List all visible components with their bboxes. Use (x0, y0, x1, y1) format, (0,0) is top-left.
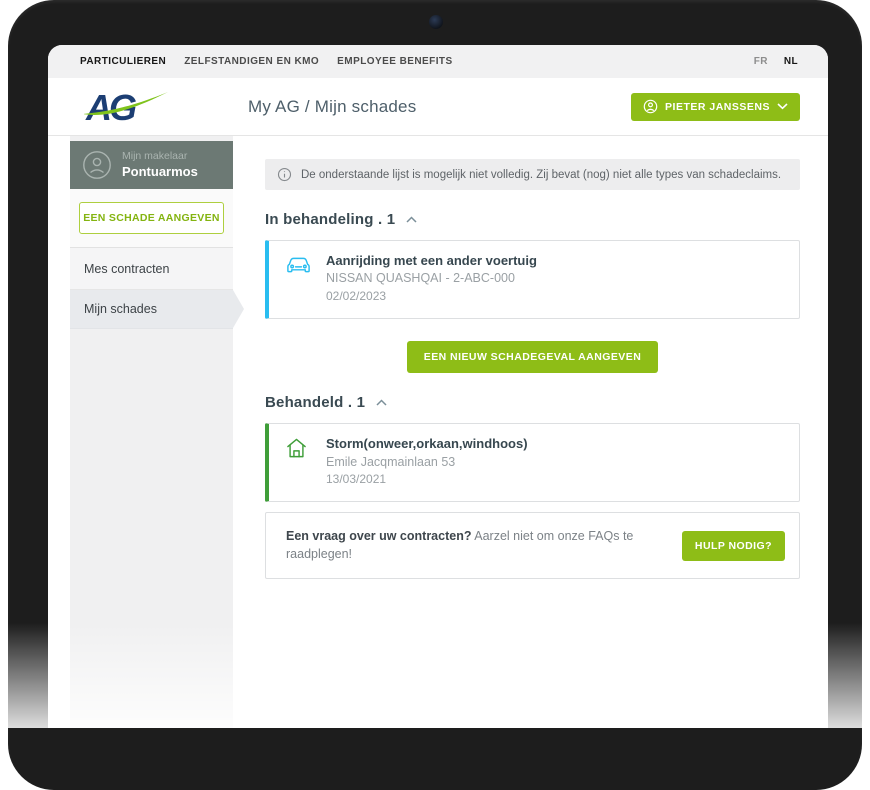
faq-text: Een vraag over uw contracten? Aarzel nie… (286, 528, 666, 563)
user-menu-button[interactable]: PIETER JANSSENS (631, 93, 800, 121)
section-header-in-progress[interactable]: In behandeling . 1 (265, 211, 800, 228)
app-screen: PARTICULIEREN ZELFSTANDIGEN EN KMO EMPLO… (48, 45, 828, 728)
sidebar-item-claims[interactable]: Mijn schades (70, 290, 233, 329)
report-button-wrap: EEN SCHADE AANGEVEN (70, 189, 233, 248)
faq-question-bold: Een vraag over uw contracten? (286, 529, 471, 543)
lang-fr[interactable]: FR (754, 56, 768, 67)
broker-name: Pontuarmos (122, 163, 198, 181)
lang-nl[interactable]: NL (784, 56, 798, 67)
claim-subtitle: Emile Jacqmainlaan 53 (326, 454, 528, 472)
main-content: De onderstaande lijst is mogelijk niet v… (233, 136, 828, 728)
house-icon (285, 435, 313, 488)
sidebar-item-contracts[interactable]: Mes contracten (70, 248, 233, 290)
notice-text: De onderstaande lijst is mogelijk niet v… (301, 169, 781, 181)
notice-banner: De onderstaande lijst is mogelijk niet v… (265, 159, 800, 190)
nav-item-particulieren[interactable]: PARTICULIEREN (80, 56, 166, 67)
new-claim-button[interactable]: EEN NIEUW SCHADEGEVAL AANGEVEN (407, 341, 659, 373)
section-title: In behandeling . 1 (265, 211, 395, 228)
camera-dot (429, 15, 443, 29)
claim-card-handled[interactable]: Storm(onweer,orkaan,windhoos) Emile Jacq… (265, 423, 800, 502)
segment-nav: PARTICULIEREN ZELFSTANDIGEN EN KMO EMPLO… (48, 45, 828, 78)
chevron-down-icon (777, 103, 788, 110)
sidebar-filler (70, 329, 233, 728)
claim-date: 02/02/2023 (326, 288, 537, 305)
sidebar: Mijn makelaar Pontuarmos EEN SCHADE AANG… (70, 136, 233, 728)
info-icon (277, 167, 292, 182)
report-claim-button[interactable]: EEN SCHADE AANGEVEN (79, 202, 224, 234)
broker-avatar-icon (82, 150, 112, 180)
nav-item-employee-benefits[interactable]: EMPLOYEE BENEFITS (337, 56, 452, 67)
claim-card-in-progress[interactable]: Aanrijding met een ander voertuig NISSAN… (265, 240, 800, 319)
language-switch: FR NL (754, 56, 798, 67)
claim-date: 13/03/2021 (326, 471, 528, 488)
faq-card: Een vraag over uw contracten? Aarzel nie… (265, 512, 800, 579)
claim-title: Aanrijding met een ander voertuig (326, 252, 537, 270)
section-title: Behandeld . 1 (265, 394, 365, 411)
claim-title: Storm(onweer,orkaan,windhoos) (326, 435, 528, 453)
person-circle-icon (643, 99, 658, 114)
broker-caption: Mijn makelaar (122, 149, 198, 163)
user-name: PIETER JANSSENS (665, 101, 770, 113)
page-title: My AG / Mijn schades (248, 97, 416, 117)
page-header: AG My AG / Mijn schades PIETER JANSSENS (48, 78, 828, 136)
chevron-up-icon (376, 399, 387, 406)
chevron-up-icon (406, 216, 417, 223)
ag-logo[interactable]: AG (84, 87, 170, 127)
left-gutter (48, 136, 70, 728)
help-button[interactable]: HULP NODIG? (682, 531, 785, 561)
broker-card: Mijn makelaar Pontuarmos (70, 141, 233, 189)
claim-subtitle: NISSAN QUASHQAI - 2-ABC-000 (326, 270, 537, 288)
nav-item-zelfstandigen[interactable]: ZELFSTANDIGEN EN KMO (184, 56, 319, 67)
car-icon (285, 252, 313, 305)
section-header-handled[interactable]: Behandeld . 1 (265, 394, 800, 411)
